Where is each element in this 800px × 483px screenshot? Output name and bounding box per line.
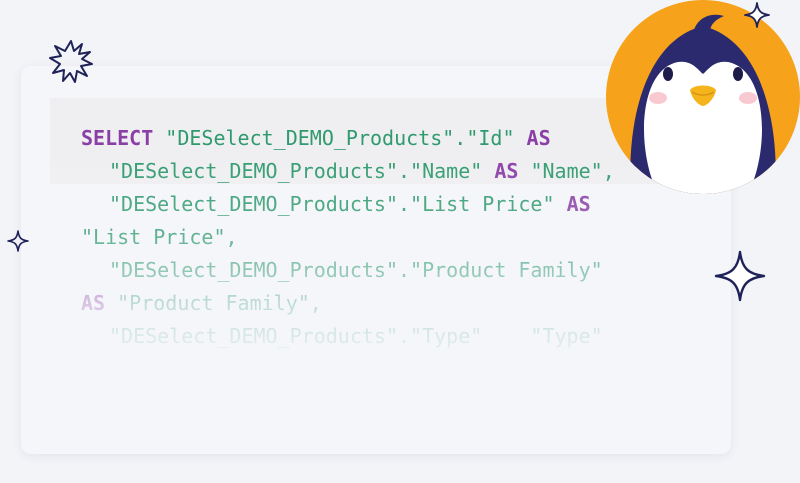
code-string: "List Price", — [81, 225, 238, 249]
code-string: "Product Family", — [105, 291, 322, 315]
code-string: "DESelect_DEMO_Products"."Product Family… — [109, 258, 603, 282]
sparkle-icon — [744, 2, 770, 28]
keyword-as: AS — [494, 159, 519, 183]
code-string: "Name", — [518, 159, 615, 183]
code-line: "DESelect_DEMO_Products"."Type" "Type" — [81, 320, 615, 353]
code-line: SELECT "DESelect_DEMO_Products"."Id" AS — [81, 122, 615, 155]
code-string: "DESelect_DEMO_Products"."Name" — [109, 159, 495, 183]
starburst-icon — [49, 40, 93, 83]
code-string: "DESelect_DEMO_Products"."List Price" — [109, 192, 567, 216]
keyword-as: AS — [526, 126, 551, 150]
keyword-select: SELECT — [81, 126, 154, 150]
penguin-avatar — [606, 0, 800, 194]
code-line: "DESelect_DEMO_Products"."Name" AS "Name… — [81, 155, 615, 188]
penguin-icon — [626, 14, 780, 194]
code-line: "DESelect_DEMO_Products"."Product Family… — [81, 254, 615, 287]
code-string: "DESelect_DEMO_Products"."Type" "Type" — [109, 324, 603, 348]
keyword-as: AS — [566, 192, 591, 216]
code-line: "List Price", — [81, 221, 615, 254]
code-line: AS "Product Family", — [81, 287, 615, 320]
code-string: "DESelect_DEMO_Products"."Id" — [153, 126, 527, 150]
code-line: "DESelect_DEMO_Products"."List Price" AS — [81, 188, 615, 221]
sql-code-block: SELECT "DESelect_DEMO_Products"."Id" AS "… — [81, 122, 615, 353]
sparkle-icon — [714, 250, 766, 302]
keyword-as: AS — [81, 291, 106, 315]
sparkle-icon — [7, 230, 29, 252]
